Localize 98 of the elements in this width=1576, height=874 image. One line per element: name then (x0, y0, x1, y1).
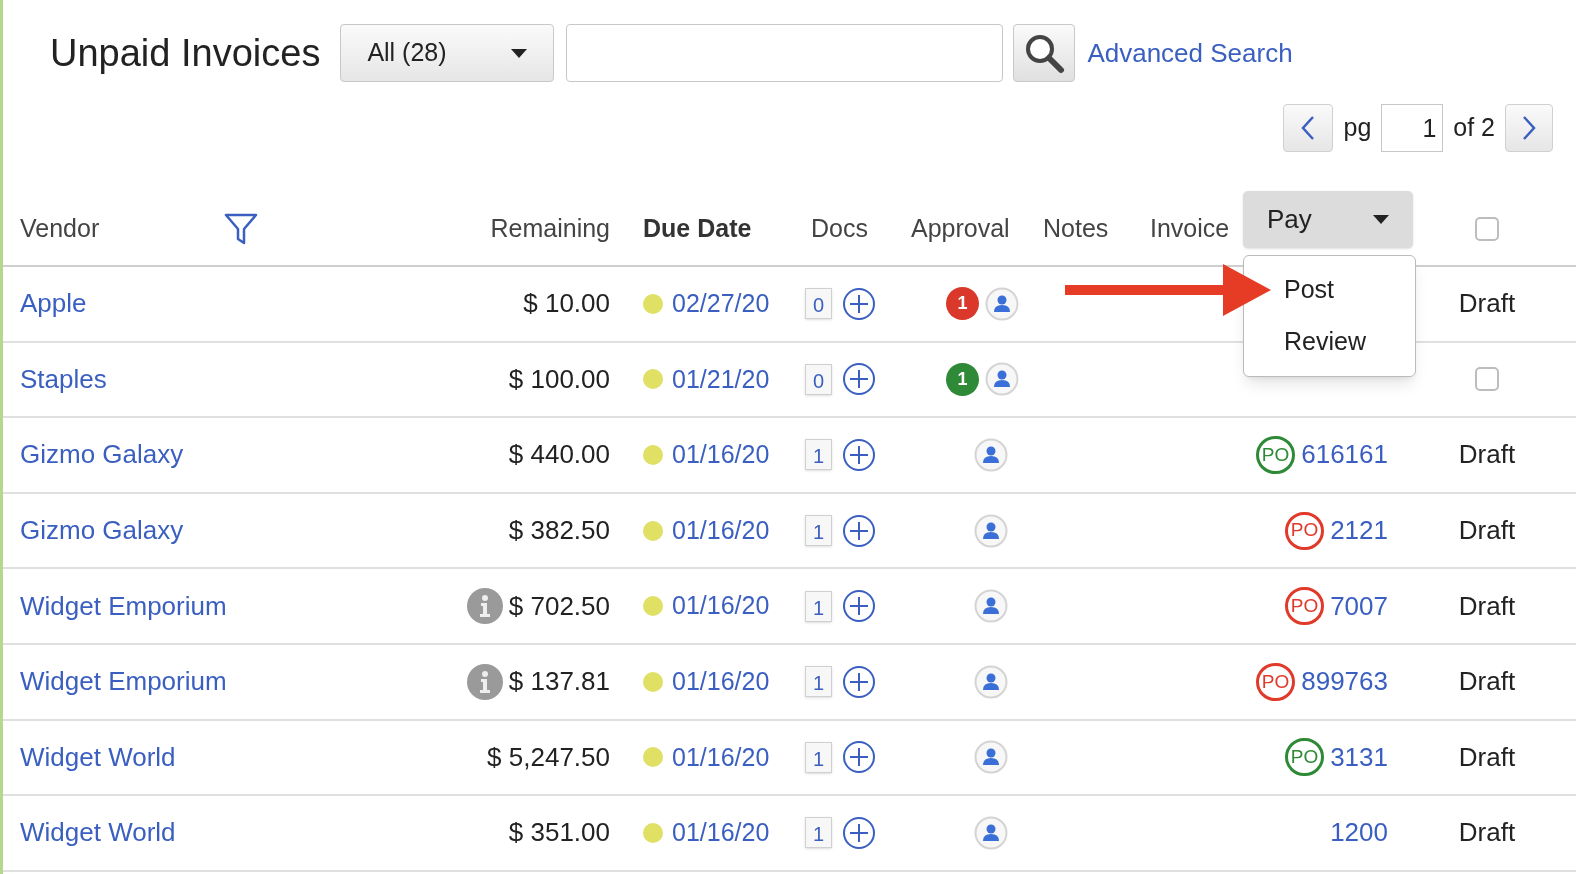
vendor-link[interactable]: Gizmo Galaxy (20, 439, 184, 470)
amount: $ 351.00 (508, 816, 610, 850)
vendor-link[interactable]: Widget Emporium (20, 590, 227, 621)
pay-dropdown[interactable]: Pay (1243, 191, 1413, 248)
user-icon[interactable] (974, 664, 1008, 699)
info-icon[interactable] (466, 663, 503, 700)
status-text: Draft (1458, 665, 1516, 699)
column-header[interactable]: Remaining (490, 213, 610, 242)
add-icon[interactable] (842, 362, 876, 397)
menu-item[interactable]: Review (1284, 323, 1366, 361)
search-icon (1023, 32, 1066, 74)
add-icon[interactable] (842, 513, 876, 548)
vendor-link[interactable]: Widget World (20, 741, 176, 772)
po-tag: PO (1255, 436, 1296, 474)
po-tag: PO (1284, 511, 1325, 550)
due-date-link[interactable]: 01/16/20 (672, 738, 770, 777)
filter-icon[interactable] (224, 211, 258, 246)
document-count[interactable]: 1 (805, 741, 832, 773)
amount: $ 137.81 (508, 665, 610, 699)
user-icon[interactable] (974, 815, 1008, 850)
user-icon[interactable] (985, 362, 1019, 397)
amount: $ 382.50 (508, 514, 610, 548)
invoice-link[interactable]: 1200 (1330, 813, 1388, 853)
approval-count[interactable]: 1 (946, 362, 979, 396)
vendor-link[interactable]: Gizmo Galaxy (20, 515, 184, 546)
invoice-link[interactable]: 2121 (1330, 511, 1388, 551)
due-date-link[interactable]: 01/16/20 (672, 511, 770, 550)
status-text: Draft (1458, 287, 1516, 321)
user-icon[interactable] (985, 286, 1019, 321)
amount: $ 5,247.50 (487, 740, 610, 774)
checkbox[interactable] (1475, 367, 1499, 392)
page-total: of 2 (1453, 112, 1495, 144)
status-text: Draft (1458, 816, 1516, 850)
due-date-link[interactable]: 01/16/20 (672, 587, 770, 625)
document-count[interactable]: 0 (805, 288, 832, 320)
add-icon[interactable] (842, 589, 876, 624)
status-text: Draft (1458, 514, 1516, 548)
due-date-link[interactable]: 01/16/20 (672, 663, 770, 701)
caret-icon (511, 48, 528, 58)
approval-count[interactable]: 1 (946, 287, 979, 321)
invoice-link[interactable]: 7007 (1330, 586, 1388, 626)
column-header[interactable]: Due Date (643, 213, 752, 242)
add-icon[interactable] (842, 286, 876, 321)
po-tag: PO (1284, 738, 1325, 777)
column-header[interactable]: Invoice (1150, 213, 1230, 242)
user-icon[interactable] (974, 438, 1008, 472)
search-button[interactable] (1013, 24, 1076, 82)
amount: $ 100.00 (508, 362, 610, 396)
due-date-link[interactable]: 02/27/20 (672, 285, 770, 323)
info-icon[interactable] (466, 588, 503, 625)
page-field[interactable]: 1 (1381, 104, 1444, 152)
due-date-link[interactable]: 01/16/20 (672, 436, 770, 474)
column-header[interactable]: Approval (911, 213, 1010, 242)
invoice-link[interactable]: 616161 (1301, 435, 1388, 475)
user-icon[interactable] (974, 740, 1008, 775)
previous-page-button[interactable] (1283, 104, 1334, 152)
column-header[interactable]: Vendor (20, 209, 100, 248)
search-field[interactable] (566, 24, 1004, 82)
amount: $ 702.50 (508, 589, 610, 623)
po-tag: PO (1255, 662, 1296, 701)
document-count[interactable]: 1 (805, 817, 832, 849)
next-page-button[interactable] (1505, 104, 1553, 152)
add-icon[interactable] (842, 740, 876, 775)
document-count[interactable]: 1 (805, 515, 832, 547)
page-label: pg (1343, 112, 1372, 144)
document-count[interactable]: 0 (805, 363, 832, 395)
checkbox[interactable] (1475, 216, 1499, 241)
vendor-link[interactable]: Apple (20, 288, 87, 319)
vendor-link[interactable]: Widget Emporium (20, 666, 227, 697)
document-count[interactable]: 1 (805, 439, 832, 471)
invoice-link[interactable]: 899763 (1301, 662, 1388, 702)
add-icon[interactable] (842, 438, 876, 472)
invoice-link[interactable]: 3131 (1330, 737, 1388, 777)
vendor-link[interactable]: Staples (20, 363, 107, 394)
due-date-link[interactable]: 01/16/20 (672, 814, 770, 852)
column-header[interactable]: Notes (1043, 213, 1109, 242)
caret-icon (1373, 215, 1389, 224)
document-count[interactable]: 1 (805, 666, 832, 698)
status-text: Draft (1458, 740, 1516, 774)
chevron-left-icon (1301, 115, 1316, 141)
page-title: Unpaid Invoices (50, 30, 321, 76)
amount: $ 440.00 (508, 438, 610, 472)
menu-item[interactable]: Post (1284, 271, 1335, 309)
user-icon[interactable] (974, 513, 1008, 548)
amount: $ 10.00 (523, 287, 610, 321)
status-text: Draft (1458, 589, 1516, 623)
chevron-right-icon (1522, 115, 1536, 141)
filter-select[interactable]: All (28) (340, 24, 555, 82)
po-tag: PO (1284, 587, 1325, 626)
advanced-search-link[interactable]: Advanced Search (1087, 33, 1293, 73)
user-icon[interactable] (974, 589, 1008, 624)
document-count[interactable]: 1 (805, 590, 832, 622)
status-text: Draft (1458, 438, 1516, 472)
add-icon[interactable] (842, 815, 876, 850)
add-icon[interactable] (842, 664, 876, 699)
due-date-link[interactable]: 01/21/20 (672, 360, 770, 399)
vendor-link[interactable]: Widget World (20, 817, 176, 848)
column-header[interactable]: Docs (811, 213, 868, 242)
